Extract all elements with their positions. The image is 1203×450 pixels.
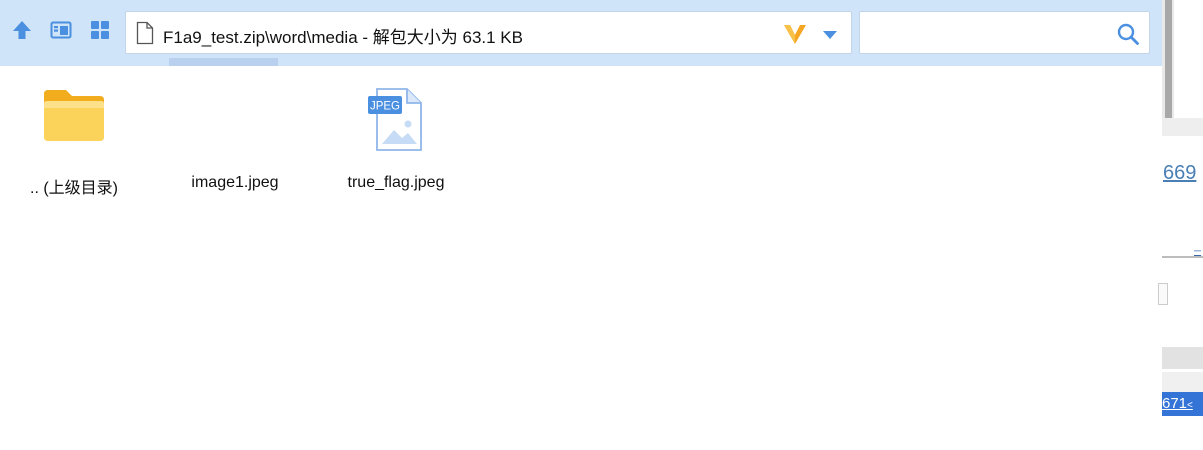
background-link-number: 671: [1162, 395, 1188, 412]
up-button[interactable]: [10, 19, 34, 45]
up-arrow-icon: [10, 18, 34, 47]
toolbar-highlight-strip: [169, 58, 278, 66]
zip-viewer-window: F1a9_test.zip\word\media - 解包大小为 63.1 KB: [0, 0, 1162, 450]
jpeg-file-icon: JPEG: [364, 86, 428, 159]
v-logo-icon[interactable]: [782, 22, 808, 51]
file-name: true_flag.jpeg: [347, 174, 445, 191]
image-thumbnail-icon: [205, 86, 265, 157]
background-input-edge: [1158, 283, 1168, 305]
address-bar[interactable]: F1a9_test.zip\word\media - 解包大小为 63.1 KB: [125, 11, 852, 54]
background-link-number[interactable]: 669: [1163, 162, 1196, 185]
file-item-true-flag[interactable]: JPEG true_flag.jpeg: [326, 80, 466, 200]
view-mode-button[interactable]: [88, 19, 112, 45]
search-box: [859, 11, 1150, 54]
background-band: [1162, 118, 1203, 136]
toolbar: F1a9_test.zip\word\media - 解包大小为 63.1 KB: [0, 0, 1162, 66]
background-link-suffix: <: [1187, 400, 1193, 411]
background-selected-link[interactable]: 671<: [1162, 392, 1203, 416]
preview-pane-icon: [49, 18, 73, 47]
background-band: [1162, 347, 1203, 369]
jpeg-badge-text: JPEG: [370, 101, 400, 113]
grid-view-icon: [88, 18, 112, 47]
file-name: .. (上级目录): [30, 180, 118, 197]
search-icon[interactable]: [1116, 22, 1140, 51]
file-icon: [136, 21, 154, 50]
folder-icon: [41, 86, 107, 149]
file-item-parent-folder[interactable]: .. (上级目录): [4, 80, 144, 200]
background-band: [1162, 372, 1203, 392]
file-name: image1.jpeg: [191, 174, 279, 191]
background-divider: [1162, 256, 1203, 258]
scrollbar-thumb[interactable]: [1165, 0, 1172, 118]
dropdown-arrow-icon[interactable]: [821, 28, 839, 46]
file-item-image1[interactable]: image1.jpeg: [165, 80, 305, 200]
preview-pane-button[interactable]: [49, 19, 73, 45]
search-input[interactable]: [868, 21, 1112, 47]
address-path: F1a9_test.zip\word\media - 解包大小为 63.1 KB: [163, 28, 523, 47]
